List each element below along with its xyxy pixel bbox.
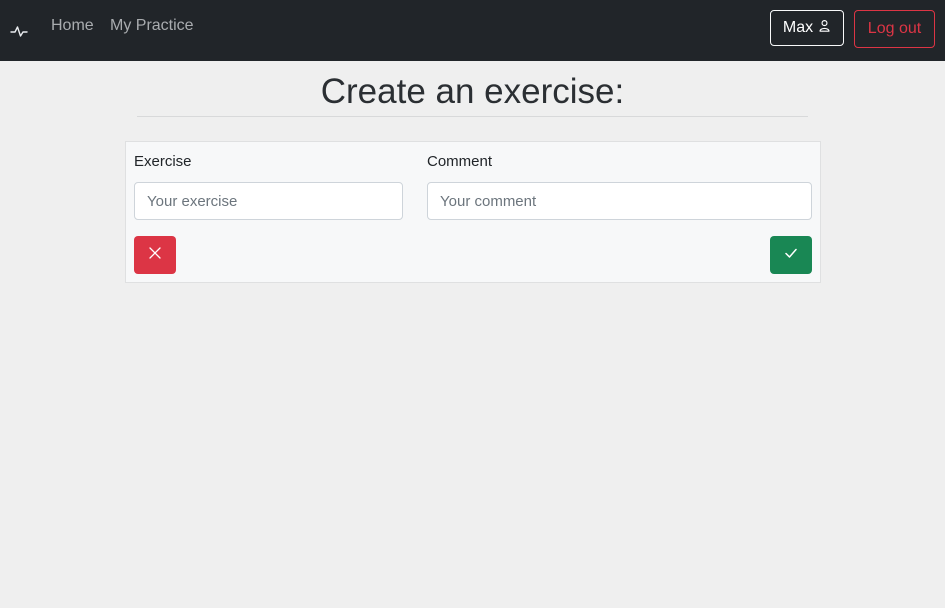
logout-button[interactable]: Log out (854, 10, 935, 48)
check-icon (784, 246, 798, 265)
user-name: Max (782, 19, 814, 36)
nav-link-home[interactable]: Home (51, 17, 94, 35)
confirm-button[interactable] (770, 236, 812, 274)
user-profile-button[interactable]: Max (770, 10, 844, 46)
activity-pulse-icon[interactable] (10, 24, 28, 38)
cancel-button[interactable] (134, 236, 176, 274)
top-navbar: Home My Practice Max Log out (0, 0, 945, 61)
comment-label: Comment (427, 153, 493, 170)
title-divider (137, 116, 808, 117)
exercise-input[interactable] (134, 182, 403, 220)
nav-link-my-practice[interactable]: My Practice (110, 17, 194, 35)
comment-input[interactable] (427, 182, 812, 220)
page-title: Create an exercise: (320, 72, 625, 111)
exercise-label: Exercise (134, 153, 192, 170)
person-icon (818, 19, 831, 37)
x-icon (148, 246, 162, 265)
